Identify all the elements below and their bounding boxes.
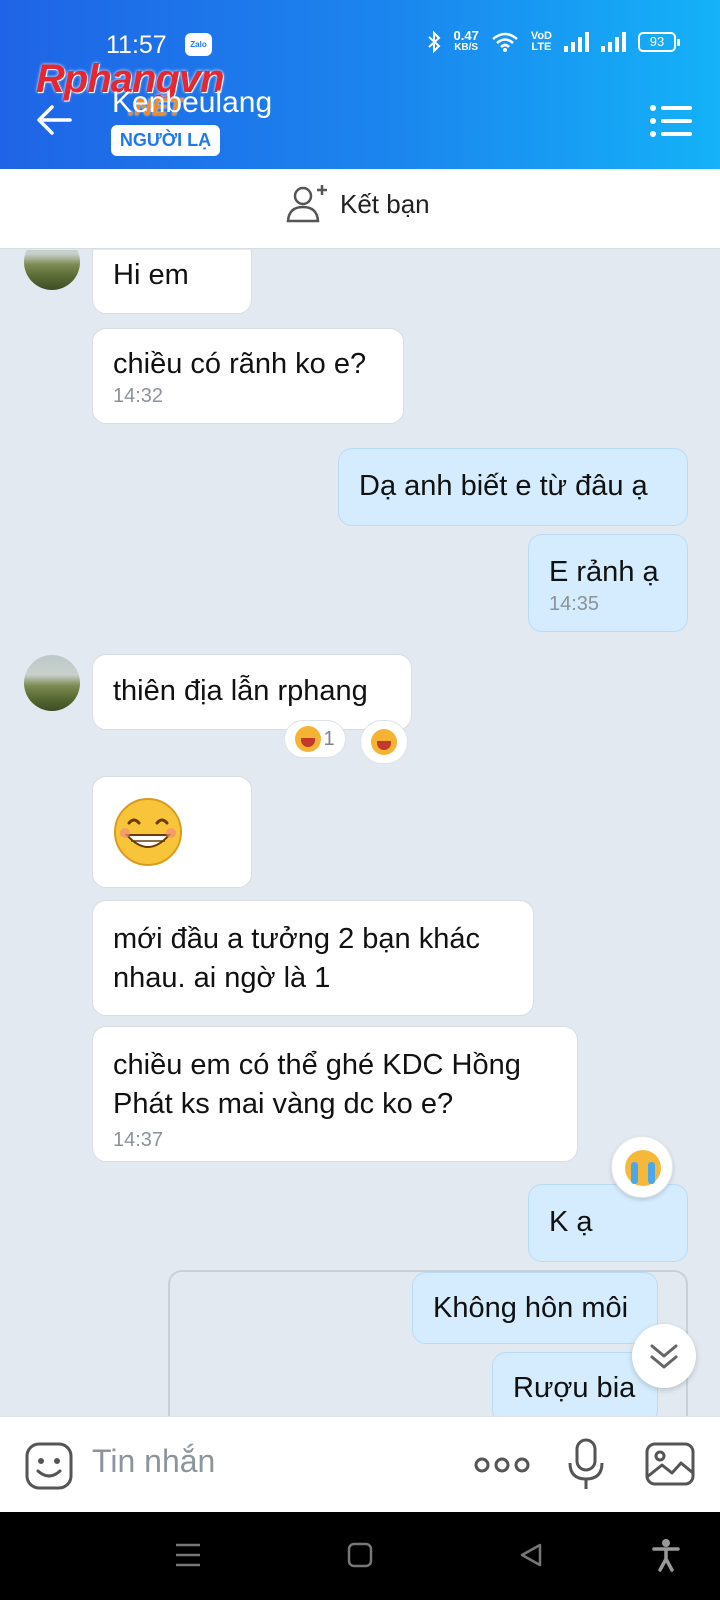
message-text: thiên địa lẫn rphang (113, 675, 368, 707)
message-text: E rảnh ạ (549, 556, 659, 588)
wifi-icon (492, 32, 518, 52)
message-bubble[interactable]: Không hôn môi (412, 1272, 658, 1344)
sticker-bubble[interactable] (92, 776, 252, 888)
signal-1-icon (564, 32, 589, 52)
list-menu-icon[interactable] (650, 104, 692, 138)
scroll-to-bottom-button[interactable] (632, 1324, 696, 1388)
app-header: 11:57 Zalo 0.47 KB/S VoD LTE 93 Rphangvn… (0, 0, 720, 169)
message-text-line: mới đầu a tưởng 2 bạn khác (113, 923, 480, 955)
message-text: K ạ (549, 1206, 593, 1238)
volte-indicator: VoD LTE (531, 31, 552, 53)
message-bubble[interactable]: chiều có rãnh ko e? 14:32 (92, 328, 404, 424)
accessibility-icon[interactable] (652, 1538, 680, 1572)
message-text-line: Phát ks mai vàng dc ko e? (113, 1088, 454, 1120)
message-time: 14:32 (113, 385, 164, 407)
message-bubble[interactable]: Hi em (92, 250, 252, 314)
message-time: 14:35 (549, 593, 600, 615)
add-user-icon (286, 185, 327, 223)
add-reaction-button[interactable] (360, 720, 408, 764)
avatar[interactable] (24, 655, 80, 711)
avatar[interactable] (24, 250, 80, 290)
zalo-notification-icon: Zalo (185, 33, 212, 56)
message-text: Rượu bia (513, 1372, 636, 1404)
message-text-line: nhau. ai ngờ là 1 (113, 962, 331, 994)
chevron-double-down-icon (650, 1344, 678, 1369)
message-bubble[interactable]: Dạ anh biết e từ đâu ạ (338, 448, 688, 526)
laughing-emoji-icon (295, 726, 322, 752)
signal-2-icon (601, 32, 626, 52)
add-friend-label: Kết bạn (340, 188, 430, 219)
network-speed-unit: KB/S (454, 42, 479, 53)
message-time: 14:37 (113, 1129, 164, 1151)
message-input[interactable]: Tin nhắn (92, 1443, 215, 1480)
message-bubble[interactable]: chiều em có thể ghé KDC Hồng Phát ks mai… (92, 1026, 578, 1162)
recent-apps-icon[interactable] (174, 1542, 202, 1568)
network-speed: 0.47 KB/S (453, 28, 479, 54)
message-bubble[interactable]: E rảnh ạ 14:35 (528, 534, 688, 632)
image-icon[interactable] (644, 1441, 696, 1487)
message-text: Hi em (113, 259, 189, 291)
message-input-bar: Tin nhắn (0, 1416, 720, 1512)
arrow-left-icon[interactable] (32, 98, 76, 142)
message-text-line: chiều em có thể ghé KDC Hồng (113, 1049, 521, 1081)
laughing-emoji-icon (371, 729, 397, 755)
reaction-count: 1 (323, 727, 335, 750)
message-bubble[interactable]: K ạ (528, 1184, 688, 1262)
chat-messages[interactable]: Hi em chiều có rãnh ko e? 14:32 Dạ anh b… (0, 250, 720, 1416)
contact-name[interactable]: Kenbeulang (112, 86, 272, 120)
battery-icon: 93 (638, 32, 680, 52)
message-text: Không hôn môi (433, 1292, 629, 1324)
reaction-summary[interactable]: 1 (284, 720, 346, 758)
stranger-badge: NGƯỜI LẠ (111, 125, 220, 156)
more-dots-icon[interactable] (474, 1453, 530, 1477)
bluetooth-icon (427, 31, 440, 53)
network-speed-value: 0.47 (453, 28, 479, 43)
crying-emoji-reaction[interactable] (611, 1136, 673, 1198)
message-text: Dạ anh biết e từ đâu ạ (359, 470, 648, 502)
status-icons: 0.47 KB/S VoD LTE 93 (426, 28, 680, 54)
add-friend-button[interactable]: Kết bạn (286, 183, 430, 225)
system-nav-bar (0, 1512, 720, 1600)
volte-bottom: LTE (531, 41, 552, 53)
grin-emoji-sticker (114, 798, 182, 866)
status-time: 11:57 (106, 31, 167, 59)
microphone-icon[interactable] (566, 1437, 606, 1491)
home-icon[interactable] (347, 1542, 373, 1568)
message-bubble[interactable]: mới đầu a tưởng 2 bạn khác nhau. ai ngờ … (92, 900, 534, 1016)
message-text: chiều có rãnh ko e? (113, 348, 367, 380)
message-bubble[interactable]: thiên địa lẫn rphang (92, 654, 412, 730)
sticker-smile-icon[interactable] (24, 1441, 74, 1491)
back-nav-icon[interactable] (518, 1542, 544, 1568)
add-friend-bar: Kết bạn (0, 169, 720, 249)
